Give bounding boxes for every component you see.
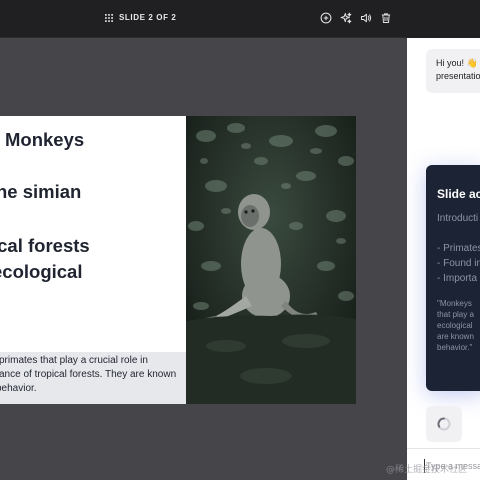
plus-circle-icon <box>320 12 332 24</box>
message-line: Hi you! 👋 I <box>436 58 480 68</box>
slide-text-area[interactable]: Monkeys he simian ical forests ecologica… <box>0 116 186 352</box>
card-quote-line: are known <box>437 332 474 341</box>
slide-title-line: Monkeys <box>5 129 85 150</box>
card-quote-line: ecological <box>437 321 473 330</box>
loading-indicator <box>426 406 462 442</box>
slide-action-card[interactable]: Slide ac Introducti - Primates - Found i… <box>426 165 480 391</box>
chat-panel-header <box>407 0 480 38</box>
spinner-icon <box>437 417 451 431</box>
slide-indicator-label: SLIDE 2 OF 2 <box>119 13 177 22</box>
slide-indicator[interactable]: SLIDE 2 OF 2 <box>105 13 176 22</box>
grid-icon <box>105 13 113 22</box>
slide-toolbar <box>319 10 393 26</box>
card-quote-line: "Monkeys <box>437 299 472 308</box>
speaker-icon <box>361 13 372 23</box>
card-title: Slide ac <box>437 187 480 201</box>
slide-heading-line: he simian <box>0 181 82 202</box>
card-bullet-list: - Primates - Found in - Importa <box>437 241 480 286</box>
slide-heading-line: ical forests <box>0 235 90 256</box>
message-line: presentatio <box>436 71 480 81</box>
card-quote-line: behavior." <box>437 343 473 352</box>
slide-canvas[interactable]: Monkeys he simian ical forests ecologica… <box>0 116 356 404</box>
slide-description[interactable]: primates that play a crucial role in anc… <box>0 352 186 404</box>
card-bullet: - Importa <box>437 273 478 284</box>
sparkles-icon <box>340 12 352 24</box>
chat-panel: Hi you! 👋 I presentatio Slide ac Introdu… <box>407 38 480 480</box>
watermark: @稀土掘金技术社区 <box>386 465 468 475</box>
delete-slide-button[interactable] <box>379 10 393 26</box>
card-bullet: - Primates <box>437 243 480 254</box>
monkey-image <box>186 116 356 404</box>
slide-heading-line: ecological <box>0 261 83 282</box>
card-quote: "Monkeys that play a ecological are know… <box>437 298 480 353</box>
ai-generate-button[interactable] <box>339 10 353 26</box>
card-subtitle: Introducti <box>437 213 479 224</box>
monkey-photo[interactable] <box>186 116 356 404</box>
add-slide-button[interactable] <box>319 10 333 26</box>
slide-description-line: behavior. <box>0 383 37 394</box>
assistant-greeting-message: Hi you! 👋 I presentatio <box>426 49 480 93</box>
audio-button[interactable] <box>359 10 373 26</box>
trash-icon <box>381 13 391 23</box>
editor-toolbar: SLIDE 2 OF 2 <box>0 0 407 38</box>
card-quote-line: that play a <box>437 310 474 319</box>
slide-description-line: primates that play a crucial role in <box>0 355 148 366</box>
slide-description-line: ance of tropical forests. They are known <box>0 369 177 380</box>
card-bullet: - Found in <box>437 258 480 269</box>
